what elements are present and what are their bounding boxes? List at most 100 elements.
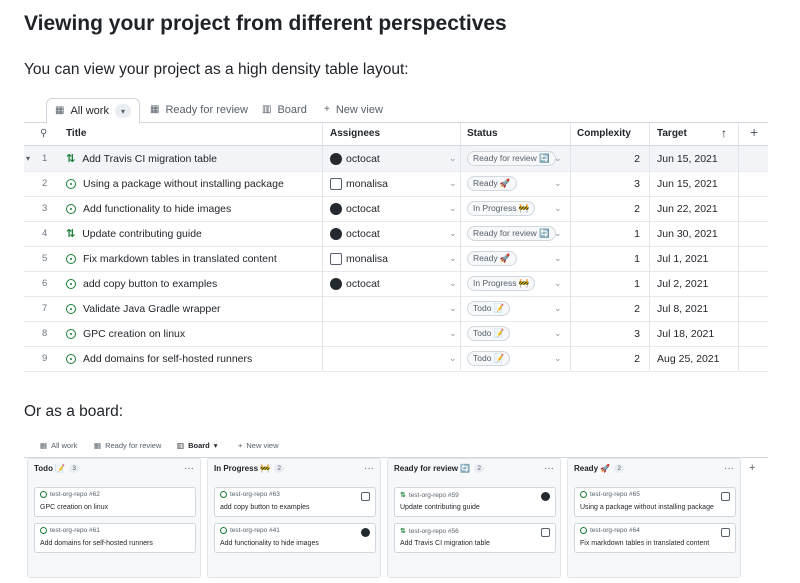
board-card[interactable]: test-org-repo #62 GPC creation on linux xyxy=(34,487,196,517)
row-title[interactable]: add copy button to examples xyxy=(83,278,217,290)
row-complexity[interactable]: 1 xyxy=(624,271,640,296)
tab-new-view[interactable]: + New view xyxy=(324,99,383,121)
chevron-down-icon[interactable]: ⌄ xyxy=(554,346,562,371)
column-header-target[interactable]: Target xyxy=(657,128,687,139)
row-title[interactable]: GPC creation on linux xyxy=(83,328,185,340)
row-status-cell[interactable]: Ready 🚀 xyxy=(467,171,517,196)
card-title[interactable]: Using a package without installing packa… xyxy=(580,504,714,511)
row-status-cell[interactable]: Todo 📝 xyxy=(467,321,511,346)
table-row[interactable]: 6 add copy button to examples octocat ⌄ In P… xyxy=(24,271,768,297)
row-complexity[interactable]: 3 xyxy=(624,171,640,196)
tab-new-view[interactable]: + New view xyxy=(238,441,278,450)
chevron-down-icon[interactable]: ⌄ xyxy=(449,196,457,221)
row-target-date[interactable]: Jul 2, 2021 xyxy=(657,271,708,296)
chevron-down-icon[interactable]: ⌄ xyxy=(554,221,562,246)
row-title-cell[interactable]: ⇅ Update contributing guide xyxy=(66,221,202,246)
row-title[interactable]: Add domains for self-hosted runners xyxy=(83,353,252,365)
board-card[interactable]: test-org-repo #64 Fix markdown tables in … xyxy=(574,523,736,553)
row-assignee-cell[interactable]: octocat xyxy=(330,196,380,221)
row-status-cell[interactable]: In Progress 🚧 xyxy=(467,271,536,296)
more-options-icon[interactable]: ··· xyxy=(184,463,194,474)
chevron-down-icon[interactable]: ⌄ xyxy=(449,146,457,171)
card-title[interactable]: GPC creation on linux xyxy=(40,504,108,511)
row-status-cell[interactable]: Ready for review 🔄 xyxy=(467,221,556,246)
board-card[interactable]: test-org-repo #61 Add domains for self-ho… xyxy=(34,523,196,553)
table-row[interactable]: 3 Add functionality to hide images octocat… xyxy=(24,196,768,222)
chevron-down-icon[interactable]: ⌄ xyxy=(554,321,562,346)
row-complexity[interactable]: 2 xyxy=(624,146,640,171)
tab-board[interactable]: ▥ Board xyxy=(262,99,307,121)
table-row[interactable]: 7 Validate Java Gradle wrapper ⌄ Todo 📝 ⌄ 2 Ju… xyxy=(24,296,768,322)
row-title[interactable]: Update contributing guide xyxy=(82,228,202,240)
row-status-cell[interactable]: Todo 📝 xyxy=(467,296,511,321)
row-title-cell[interactable]: Fix markdown tables in translated conten… xyxy=(66,246,277,271)
board-card[interactable]: ⇅ test-org-repo #59 Update contributing gu… xyxy=(394,487,556,517)
card-title[interactable]: add copy button to examples xyxy=(220,504,310,511)
table-row[interactable]: 5 Fix markdown tables in translated conte… xyxy=(24,246,768,272)
more-options-icon[interactable]: ··· xyxy=(544,463,554,474)
chevron-down-icon[interactable]: ⌄ xyxy=(449,296,457,321)
row-status-cell[interactable]: In Progress 🚧 xyxy=(467,196,536,221)
row-title-cell[interactable]: Using a package without installing packa… xyxy=(66,171,284,196)
row-title-cell[interactable]: add copy button to examples xyxy=(66,271,217,296)
card-title[interactable]: Update contributing guide xyxy=(400,504,480,511)
table-row[interactable]: 8 GPC creation on linux ⌄ Todo 📝 ⌄ 3 Jul 18, 2… xyxy=(24,321,768,347)
row-target-date[interactable]: Jul 8, 2021 xyxy=(657,296,708,321)
chevron-down-icon[interactable]: ⌄ xyxy=(449,346,457,371)
column-header-complexity[interactable]: Complexity xyxy=(577,128,631,139)
row-target-date[interactable]: Jun 15, 2021 xyxy=(657,171,718,196)
add-field-icon[interactable]: + xyxy=(750,124,758,140)
board-card[interactable]: test-org-repo #63 add copy button to exam… xyxy=(214,487,376,517)
row-assignee-cell[interactable]: monalisa xyxy=(330,171,388,196)
row-target-date[interactable]: Jun 30, 2021 xyxy=(657,221,718,246)
card-title[interactable]: Fix markdown tables in translated conten… xyxy=(580,540,709,547)
column-header-assignees[interactable]: Assignees xyxy=(330,128,380,139)
row-title-cell[interactable]: ⇅ Add Travis CI migration table xyxy=(66,146,217,171)
row-assignee-cell[interactable]: octocat xyxy=(330,221,380,246)
row-title[interactable]: Add Travis CI migration table xyxy=(82,153,217,165)
card-title[interactable]: Add functionality to hide images xyxy=(220,540,319,547)
board-card[interactable]: test-org-repo #41 Add functionality to hi… xyxy=(214,523,376,553)
row-status-cell[interactable]: Ready 🚀 xyxy=(467,246,517,271)
chevron-down-icon[interactable]: ⌄ xyxy=(449,221,457,246)
column-header-title[interactable]: Title xyxy=(66,128,86,139)
table-row[interactable]: 2 Using a package without installing pack… xyxy=(24,171,768,197)
row-title-cell[interactable]: GPC creation on linux xyxy=(66,321,185,346)
tab-ready-for-review[interactable]: ▦ Ready for review xyxy=(150,99,248,121)
row-title-cell[interactable]: Validate Java Gradle wrapper xyxy=(66,296,221,321)
row-complexity[interactable]: 2 xyxy=(624,296,640,321)
chevron-down-icon[interactable]: ⌄ xyxy=(554,296,562,321)
row-title[interactable]: Using a package without installing packa… xyxy=(83,178,284,190)
tab-board[interactable]: ▥ Board ▾ xyxy=(177,441,218,450)
board-card[interactable]: test-org-repo #65 Using a package without… xyxy=(574,487,736,517)
chevron-down-icon[interactable]: ⌄ xyxy=(554,196,562,221)
chevron-down-icon[interactable]: ⌄ xyxy=(449,171,457,196)
row-target-date[interactable]: Jun 22, 2021 xyxy=(657,196,718,221)
row-assignee-cell[interactable]: octocat xyxy=(330,271,380,296)
row-status-cell[interactable]: Todo 📝 xyxy=(467,346,511,371)
row-complexity[interactable]: 2 xyxy=(624,196,640,221)
row-title[interactable]: Validate Java Gradle wrapper xyxy=(83,303,221,315)
row-target-date[interactable]: Jun 15, 2021 xyxy=(657,146,718,171)
tab-ready-for-review[interactable]: ▦ Ready for review xyxy=(94,441,161,450)
row-title[interactable]: Add functionality to hide images xyxy=(83,203,231,215)
row-target-date[interactable]: Jul 18, 2021 xyxy=(657,321,714,346)
chevron-down-icon[interactable]: ⌄ xyxy=(554,171,562,196)
card-title[interactable]: Add Travis CI migration table xyxy=(400,540,490,547)
chevron-down-icon[interactable]: ⌄ xyxy=(554,146,562,171)
row-assignee-cell[interactable]: monalisa xyxy=(330,246,388,271)
row-complexity[interactable]: 1 xyxy=(624,221,640,246)
column-header-status[interactable]: Status xyxy=(467,128,498,139)
table-row[interactable]: 9 Add domains for self-hosted runners ⌄ Tod… xyxy=(24,346,768,372)
row-title-cell[interactable]: Add functionality to hide images xyxy=(66,196,231,221)
card-title[interactable]: Add domains for self-hosted runners xyxy=(40,540,153,547)
more-options-icon[interactable]: ··· xyxy=(364,463,374,474)
board-card[interactable]: ⇅ test-org-repo #56 Add Travis CI migratio… xyxy=(394,523,556,553)
add-column-icon[interactable]: + xyxy=(749,462,755,474)
row-assignee-cell[interactable]: octocat xyxy=(330,146,380,171)
chevron-down-icon[interactable]: ▾ xyxy=(114,104,131,118)
table-row[interactable]: 4 ⇅ Update contributing guide octocat ⌄ Ready… xyxy=(24,221,768,247)
chevron-down-icon[interactable]: ⌄ xyxy=(449,246,457,271)
chevron-down-icon[interactable]: ▾ xyxy=(214,441,218,450)
drag-handle-icon[interactable]: ▾ xyxy=(26,146,30,171)
